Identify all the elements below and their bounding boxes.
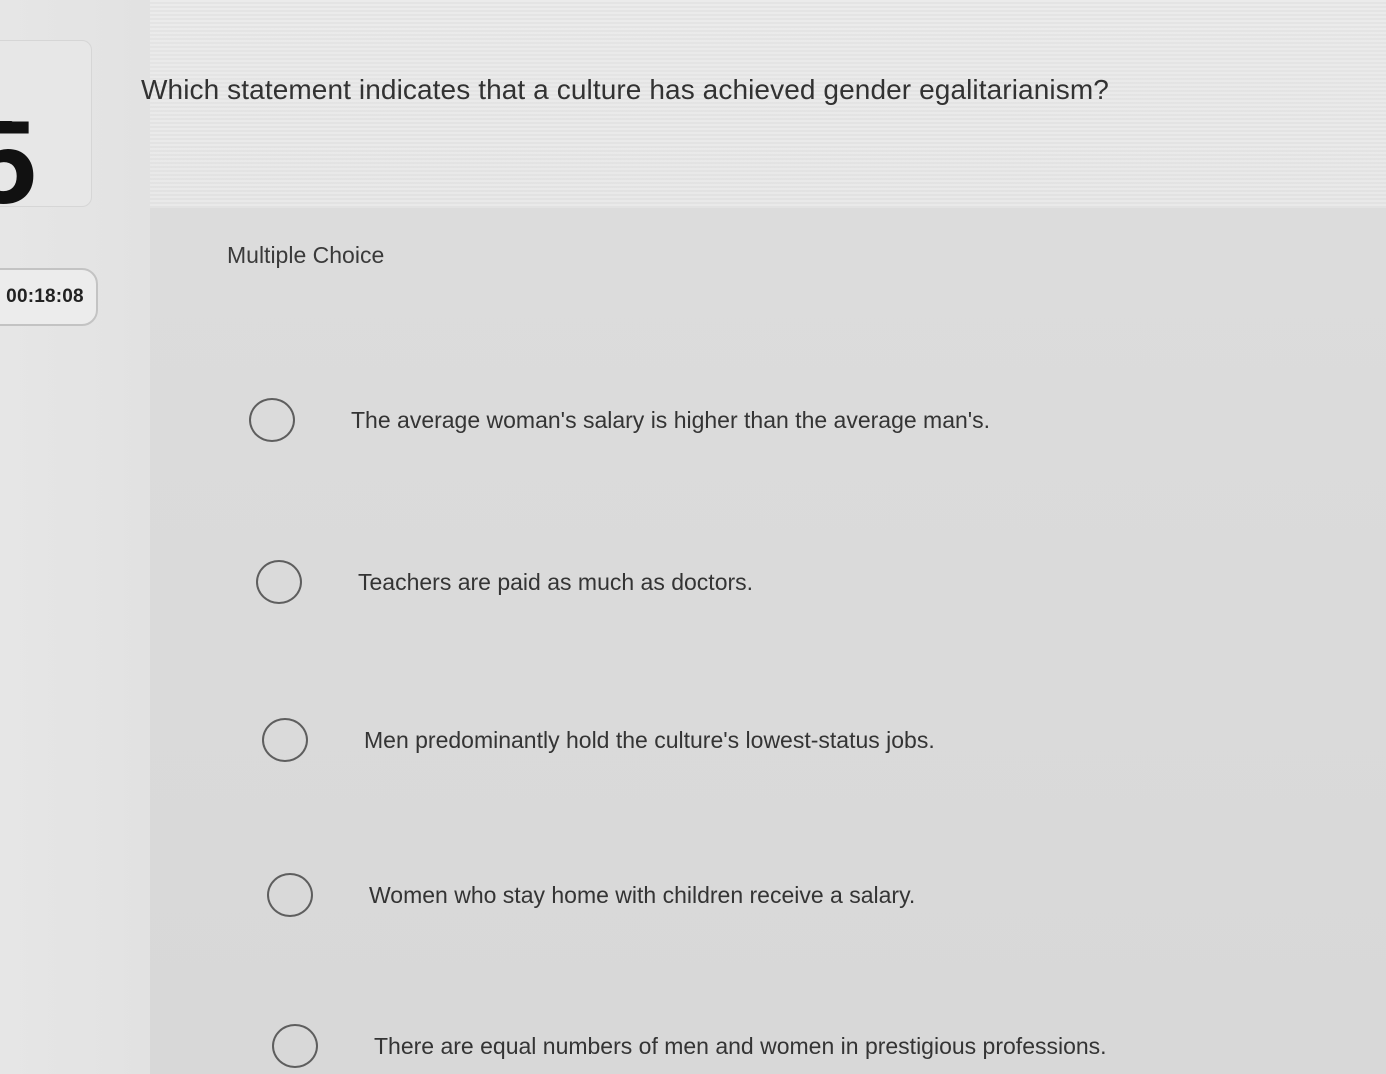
radio-button[interactable] <box>262 718 308 762</box>
choice-option-4[interactable]: Women who stay home with children receiv… <box>267 873 915 917</box>
choice-option-3[interactable]: Men predominantly hold the culture's low… <box>262 718 935 762</box>
choice-option-1-text: The average woman's salary is higher tha… <box>351 406 991 433</box>
radio-button[interactable] <box>256 560 302 604</box>
choice-option-4-text: Women who stay home with children receiv… <box>369 881 916 908</box>
radio-button[interactable] <box>267 873 313 917</box>
timer-display: 00:18:08 <box>0 268 98 326</box>
question-prompt: Which statement indicates that a culture… <box>141 74 1109 105</box>
radio-button[interactable] <box>272 1024 318 1068</box>
choice-option-5-text: There are equal numbers of men and women… <box>374 1032 1107 1059</box>
question-number-card: 5 <box>0 40 92 207</box>
multiple-choice-heading: Multiple Choice <box>227 242 385 268</box>
left-sidebar: 5 00:18:08 <box>0 0 150 1074</box>
page-background: 5 00:18:08 Which statement indicates tha… <box>0 0 1386 1074</box>
choice-option-3-text: Men predominantly hold the culture's low… <box>364 726 935 753</box>
multiple-choice-panel <box>150 208 1386 1074</box>
choice-option-5[interactable]: There are equal numbers of men and women… <box>272 1024 1107 1068</box>
question-number: 5 <box>0 104 37 206</box>
choice-option-2-text: Teachers are paid as much as doctors. <box>358 568 754 595</box>
choice-option-1[interactable]: The average woman's salary is higher tha… <box>249 398 990 442</box>
choice-option-2[interactable]: Teachers are paid as much as doctors. <box>256 560 753 604</box>
radio-button[interactable] <box>249 398 295 442</box>
